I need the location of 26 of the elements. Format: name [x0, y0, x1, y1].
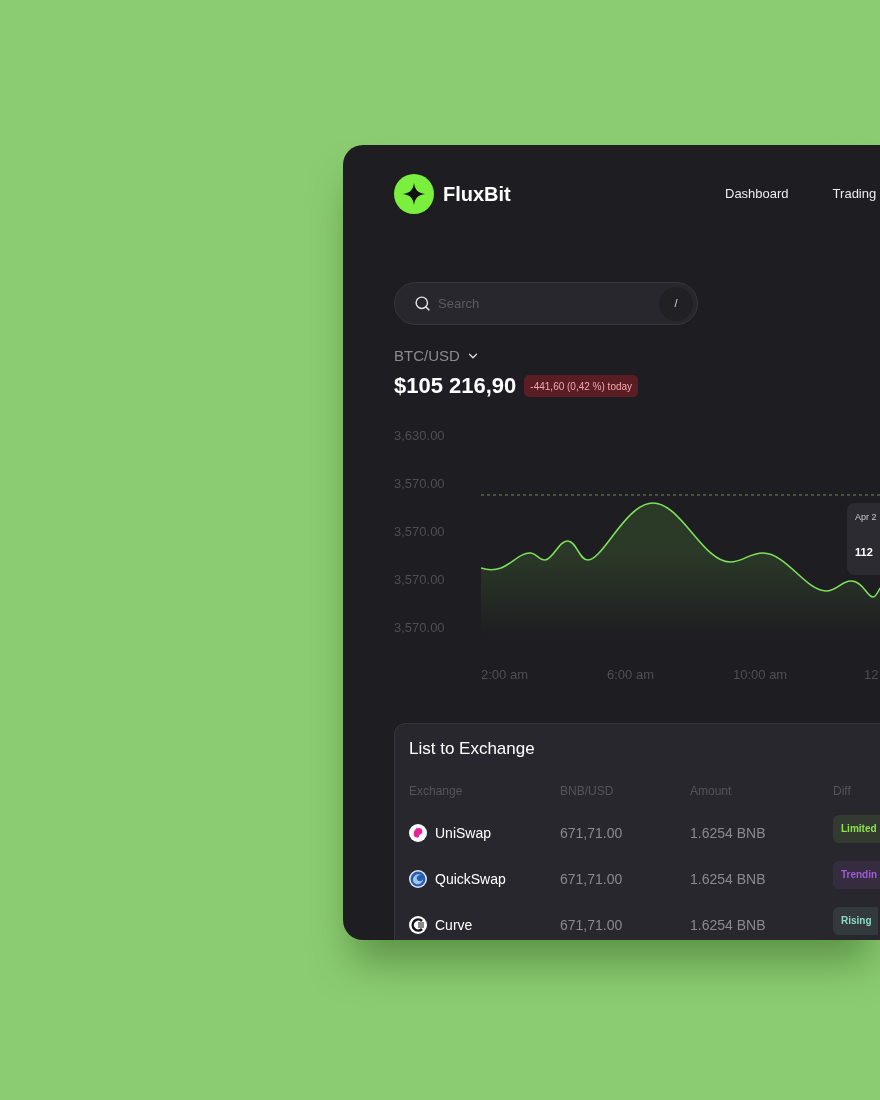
card-title: List to Exchange — [409, 738, 536, 760]
exchange-logo-icon — [409, 870, 427, 888]
table-cell-text: 1.6254 BNB — [690, 870, 767, 888]
tooltip-value: 112 — [855, 545, 874, 559]
tooltip-date: Apr 2 — [855, 512, 878, 523]
table-cell-text: 1.6254 BNB — [690, 824, 767, 842]
exchange-logo-icon — [409, 824, 427, 842]
change-badge: -441,60 (0,42 %) today — [524, 375, 639, 397]
table-cell-text: 671,71.00 — [560, 916, 624, 934]
table-cell-text: 671,71.00 — [560, 870, 624, 888]
pair-selector[interactable]: BTC/USD — [394, 347, 480, 365]
exchange-logo-icon — [409, 916, 427, 934]
brand-name: FluxBit — [443, 182, 511, 206]
table-cell-text: 671,71.00 — [560, 824, 624, 842]
status-tag: Limited — [833, 814, 880, 843]
search-icon — [414, 295, 431, 312]
price-text: $105 216,90 — [394, 375, 517, 397]
exchange-name: UniSwap — [435, 824, 492, 842]
nav-link[interactable]: Dashboard — [725, 186, 789, 202]
exchange-name: Curve — [435, 916, 473, 934]
exchange-name: QuickSwap — [435, 870, 506, 888]
status-tag: Trendin — [833, 860, 880, 889]
star-logo-icon — [394, 174, 434, 214]
nav-link[interactable]: Trading — [832, 186, 877, 202]
table-cell-text: 1.6254 BNB — [690, 916, 767, 934]
status-tag: Rising — [833, 906, 878, 935]
